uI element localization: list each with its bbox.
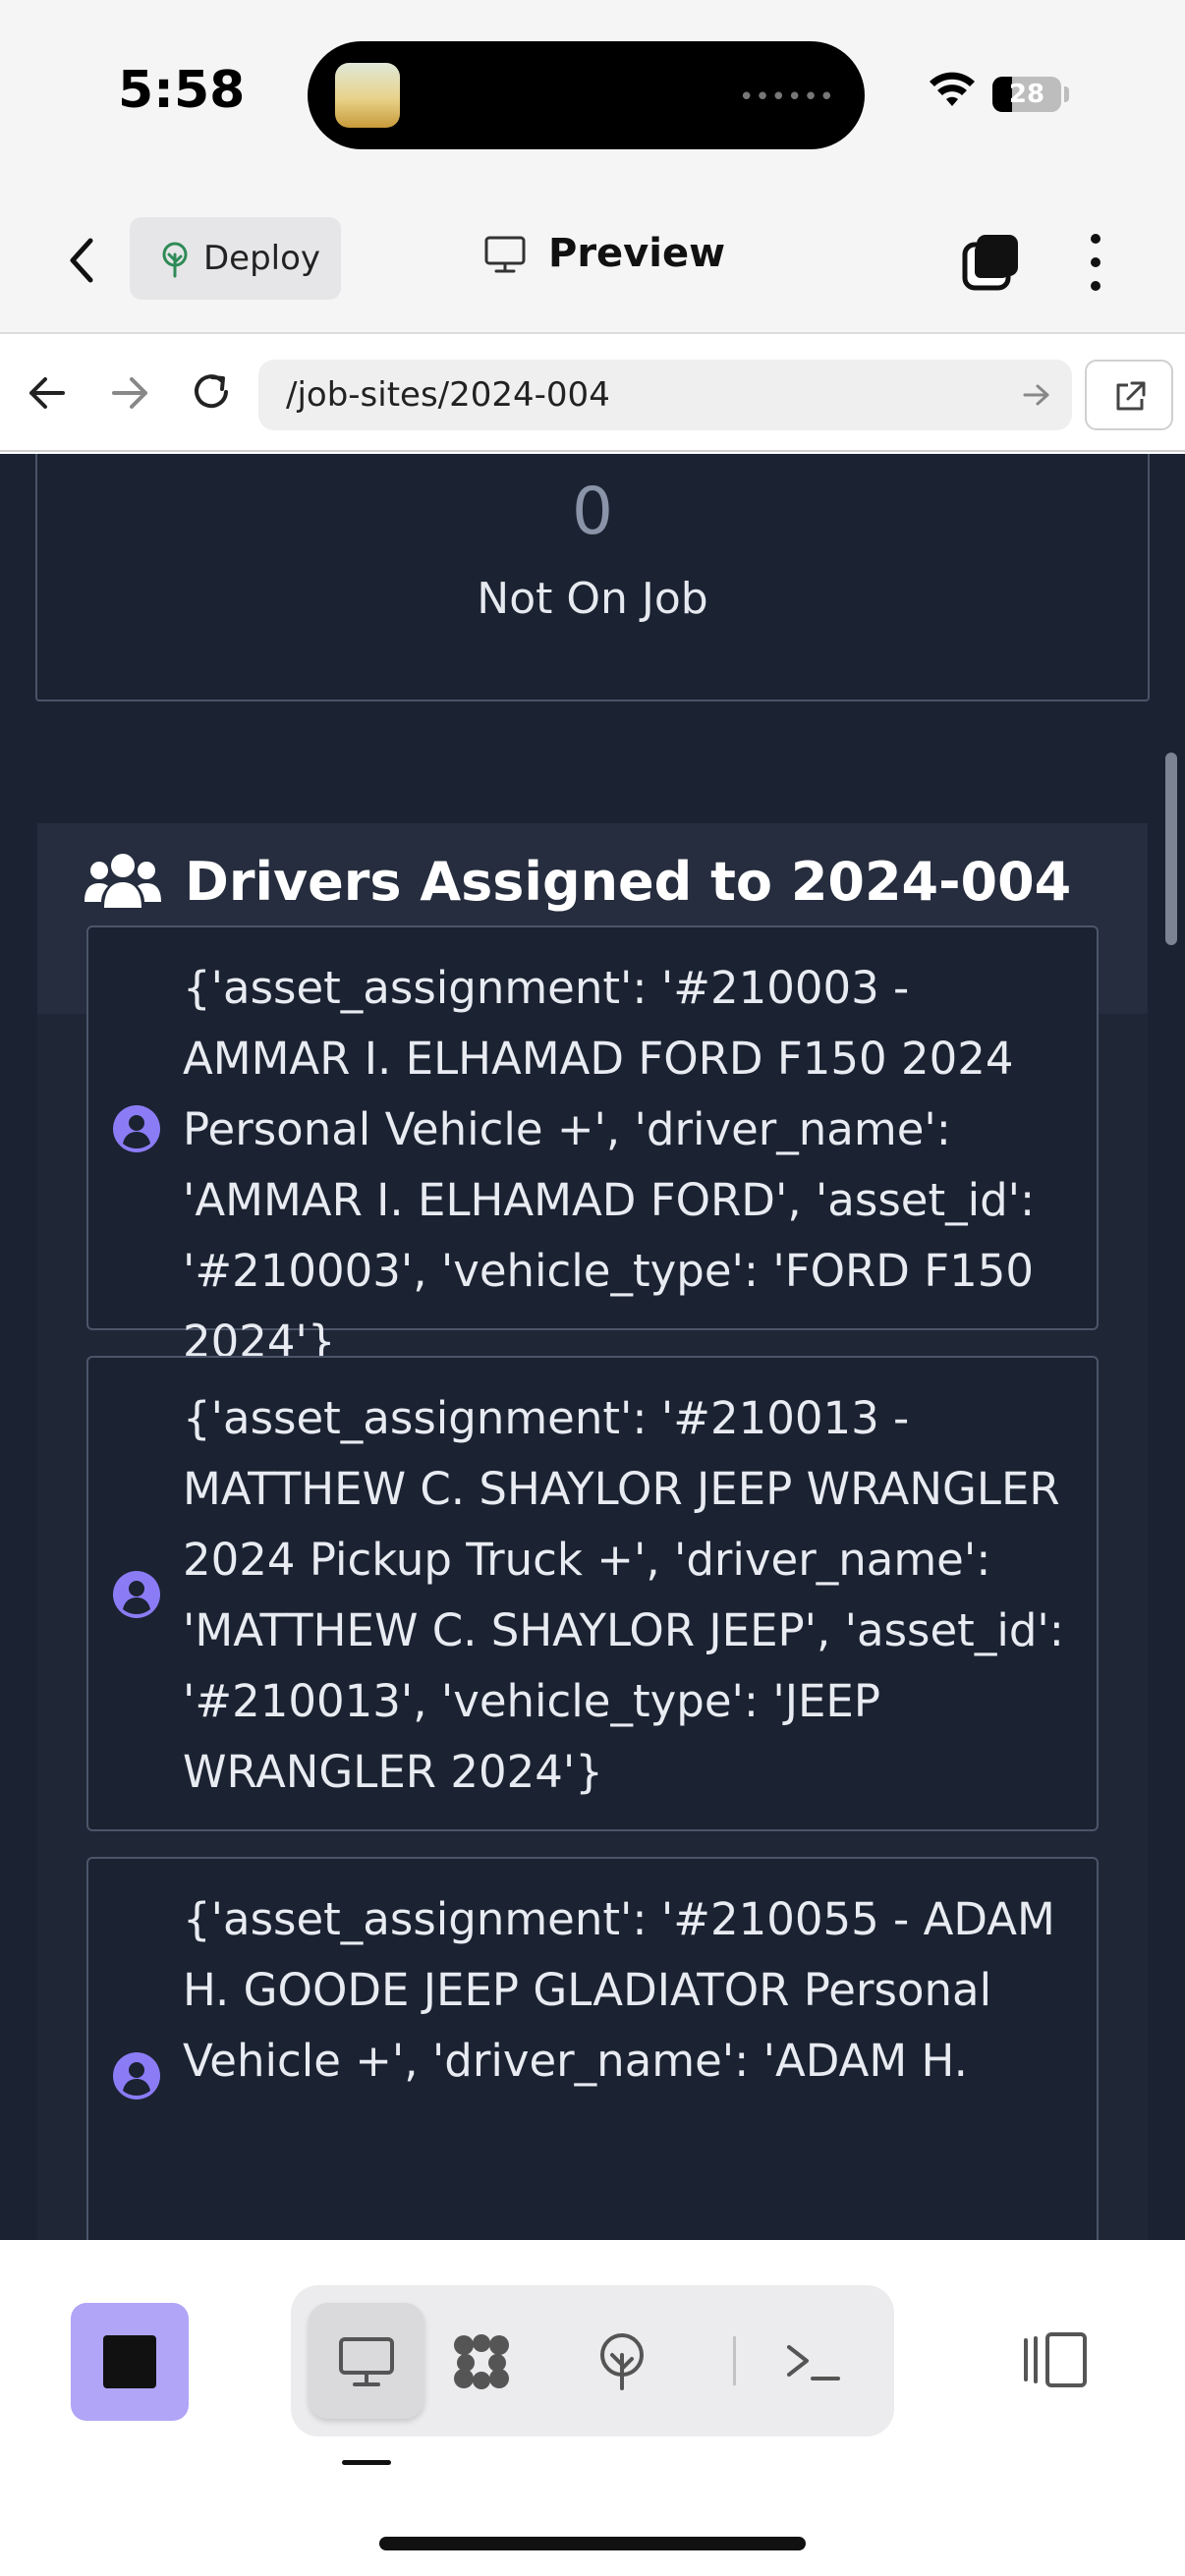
tabs-icon[interactable] [961,231,1022,292]
tab-agents[interactable] [423,2303,539,2419]
home-indicator [379,2537,806,2550]
more-options-icon[interactable] [1081,231,1110,294]
nodes-icon [454,2334,509,2389]
active-tab-indicator [342,2460,391,2465]
browser-url-bar: /job-sites/2024-004 [0,336,1185,452]
tab-deploy[interactable] [564,2303,680,2419]
monitor-icon [484,236,526,273]
battery-icon: 28 [992,77,1061,112]
battery-level: 28 [1008,80,1045,109]
driver-assignment-text: {'asset_assignment': '#210055 - ADAM H. … [183,1893,1055,2087]
web-content[interactable]: 0 Not On Job Drivers Assigned to 2024-00… [0,454,1185,2240]
toolbar-divider [733,2336,736,2385]
user-circle-icon [113,2052,160,2100]
external-link-icon [1116,381,1146,411]
stat-value: 0 [572,474,613,549]
deploy-icon [162,242,188,278]
browser-forward-icon[interactable] [108,373,151,413]
preview-label: Preview [548,231,726,276]
terminal-icon [787,2345,840,2380]
tab-preview[interactable] [309,2303,424,2419]
driver-card[interactable]: {'asset_assignment': '#210003 - AMMAR I.… [86,925,1099,1368]
driver-assignment-text: {'asset_assignment': '#210013 - MATTHEW … [183,1392,1064,1798]
bottom-toolbar [0,2240,1185,2576]
url-input[interactable]: /job-sites/2024-004 [258,360,1072,430]
stop-button[interactable] [71,2303,189,2421]
stop-icon [103,2335,156,2388]
app-header: Deploy Preview [0,192,1185,334]
back-button[interactable] [57,231,106,290]
dynamic-island: •••••• [308,41,865,149]
not-on-job-stat-card: 0 Not On Job [35,454,1150,701]
wifi-icon [930,72,975,106]
driver-card[interactable]: {'asset_assignment': '#210013 - MATTHEW … [86,1356,1099,1831]
scrollbar[interactable] [1165,753,1177,945]
drivers-section: Drivers Assigned to 2024-004 - City of D… [37,823,1148,2240]
deploy-button[interactable]: Deploy [130,217,341,300]
go-arrow-icon[interactable] [1023,383,1050,407]
deploy-label: Deploy [203,239,321,278]
open-external-button[interactable] [1085,360,1173,430]
monitor-icon [339,2337,394,2386]
status-time: 5:58 [118,61,246,120]
status-bar: 5:58 •••••• 28 [0,0,1185,192]
reload-icon[interactable] [189,369,234,415]
view-switcher [291,2285,894,2436]
driver-card[interactable]: {'asset_assignment': '#210055 - ADAM H. … [86,1857,1099,2240]
user-circle-icon [113,1105,160,1152]
browser-back-icon[interactable] [26,373,69,413]
tab-console[interactable] [755,2303,871,2419]
island-dots-icon: •••••• [738,83,835,112]
user-circle-icon [113,1571,160,1618]
now-playing-app-icon [335,63,400,128]
battery-tip [1064,86,1069,102]
deploy-icon [600,2333,644,2390]
stat-label: Not On Job [477,574,708,624]
url-text: /job-sites/2024-004 [286,375,610,415]
driver-assignment-text: {'asset_assignment': '#210003 - AMMAR I.… [183,962,1036,1368]
panel-toggle-icon[interactable] [1018,2330,1089,2389]
